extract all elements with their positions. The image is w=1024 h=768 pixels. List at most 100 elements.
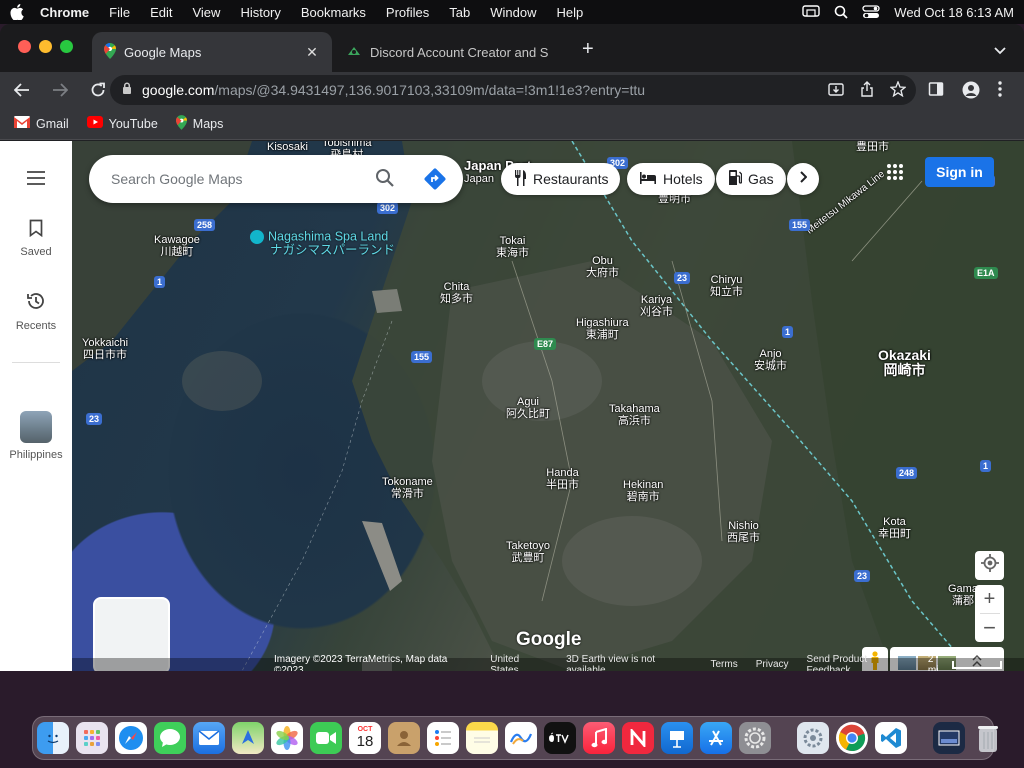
menu-history[interactable]: History (240, 5, 280, 20)
screen-mirroring-icon[interactable] (802, 5, 820, 19)
notes-icon[interactable] (466, 722, 498, 754)
map-label-gama[interactable]: Gama 蒲郡 (948, 583, 978, 607)
tab-google-maps[interactable]: Google Maps ✕ (92, 32, 332, 72)
photos-icon[interactable] (271, 722, 303, 754)
map-label-handa[interactable]: Handa 半田市 (546, 467, 579, 491)
map-label-kota[interactable]: Kota 幸田町 (878, 516, 911, 540)
messages-icon[interactable] (154, 722, 186, 754)
preview-icon[interactable] (933, 722, 965, 754)
map-label-kariya[interactable]: Kariya 刈谷市 (640, 294, 673, 318)
menu-bookmarks[interactable]: Bookmarks (301, 5, 366, 20)
saved-button[interactable]: Saved (0, 219, 72, 258)
chip-hotels[interactable]: Hotels (627, 163, 715, 195)
feedback-link[interactable]: Send Product Feedback (807, 654, 910, 672)
terms-link[interactable]: Terms (711, 659, 738, 670)
map-label-takahama[interactable]: Takahama 高浜市 (609, 403, 660, 427)
map-label-kawagoe[interactable]: Kawagoe 川越町 (154, 234, 200, 258)
safari-icon[interactable] (115, 722, 147, 754)
map-label-taketoyo[interactable]: Taketoyo 武豊町 (506, 540, 550, 564)
zoom-in-button[interactable]: + (984, 585, 996, 613)
share-icon[interactable] (860, 81, 874, 100)
zoom-window-button[interactable] (60, 40, 73, 53)
search-input[interactable] (111, 171, 361, 187)
recents-button[interactable]: Recents (0, 291, 72, 332)
app-store-icon[interactable] (700, 722, 732, 754)
my-location-button[interactable] (975, 551, 1004, 580)
map-label-kisosaki[interactable]: Kisosaki (267, 141, 308, 153)
new-tab-button[interactable]: + (582, 38, 594, 61)
map-label-tokoname[interactable]: Tokoname 常滑市 (382, 476, 433, 500)
map-label-japan[interactable]: Japan (464, 173, 494, 185)
chip-restaurants[interactable]: Restaurants (501, 163, 621, 195)
finder-icon[interactable] (37, 722, 69, 754)
menu-button[interactable] (0, 171, 72, 188)
close-window-button[interactable] (18, 40, 31, 53)
tab-discord[interactable]: Discord Account Creator and S (334, 32, 570, 72)
bookmark-star-icon[interactable] (889, 80, 907, 100)
tv-icon[interactable] (544, 722, 576, 754)
map-label-hekinan[interactable]: Hekinan 碧南市 (623, 479, 663, 503)
bookmark-youtube[interactable]: YouTube (86, 116, 158, 131)
map-label-chita[interactable]: Chita 知多市 (440, 281, 473, 305)
reminders-icon[interactable] (427, 722, 459, 754)
install-app-icon[interactable] (828, 81, 844, 100)
zoom-out-button[interactable]: − (983, 614, 996, 642)
address-bar[interactable]: google.com/maps/@34.9431497,136.9017103,… (110, 75, 916, 105)
site-info-icon[interactable] (122, 82, 132, 98)
launchpad-icon[interactable] (76, 722, 108, 754)
automator-icon[interactable] (797, 722, 829, 754)
vscode-icon[interactable] (875, 722, 907, 754)
country-link[interactable]: United States (490, 654, 548, 672)
map-label-nishio[interactable]: Nishio 西尾市 (727, 520, 760, 544)
search-icon[interactable] (375, 168, 395, 193)
mail-icon[interactable] (193, 722, 225, 754)
scale-control[interactable]: 2 mi (928, 654, 1002, 671)
chrome-icon[interactable] (836, 722, 868, 754)
menu-edit[interactable]: Edit (150, 5, 172, 20)
map-label-yokkaichi[interactable]: Yokkaichi 四日市市 (82, 337, 128, 361)
bookmark-maps[interactable]: Maps (175, 114, 223, 133)
google-apps-icon[interactable] (886, 163, 904, 186)
chip-gas[interactable]: Gas (716, 163, 786, 195)
privacy-link[interactable]: Privacy (756, 659, 789, 670)
forward-button[interactable] (44, 74, 76, 106)
music-icon[interactable] (583, 722, 615, 754)
trash-icon[interactable] (972, 722, 1004, 754)
freeform-icon[interactable] (505, 722, 537, 754)
map-label-okazaki[interactable]: Okazaki 岡崎市 (878, 348, 931, 378)
news-icon[interactable] (622, 722, 654, 754)
menu-help[interactable]: Help (557, 5, 584, 20)
menu-file[interactable]: File (109, 5, 130, 20)
map-label-toyota[interactable]: 豊田市 (856, 141, 889, 153)
recent-place-philippines[interactable]: Philippines (0, 411, 72, 461)
map-label-chiryu[interactable]: Chiryu 知立市 (710, 274, 743, 298)
keynote-icon[interactable] (661, 722, 693, 754)
back-button[interactable] (6, 74, 38, 106)
chrome-menu-icon[interactable] (998, 81, 1002, 104)
map-poi-nagashima[interactable]: Nagashima Spa Land ナガシマスパーランド (250, 230, 395, 256)
calendar-icon[interactable]: OCT 18 (349, 722, 381, 754)
menu-view[interactable]: View (192, 5, 220, 20)
map-label-tokai[interactable]: Tokai 東海市 (496, 235, 529, 259)
profile-avatar-icon[interactable] (962, 81, 980, 104)
facetime-icon[interactable] (310, 722, 342, 754)
bookmark-gmail[interactable]: Gmail (14, 116, 69, 131)
system-settings-icon[interactable] (739, 722, 771, 754)
tab-search-icon[interactable] (994, 42, 1006, 60)
apple-menu-icon[interactable] (10, 4, 26, 20)
maps-icon[interactable] (232, 722, 264, 754)
control-center-icon[interactable] (862, 5, 880, 19)
menu-window[interactable]: Window (490, 5, 536, 20)
chips-scroll-right-button[interactable] (787, 163, 819, 195)
menu-profiles[interactable]: Profiles (386, 5, 429, 20)
map-label-agui[interactable]: Agui 阿久比町 (506, 396, 550, 420)
menu-app-name[interactable]: Chrome (40, 5, 89, 20)
minimize-window-button[interactable] (39, 40, 52, 53)
spotlight-search-icon[interactable] (834, 5, 848, 19)
menubar-clock[interactable]: Wed Oct 18 6:13 AM (894, 5, 1014, 20)
map-label-higashiura[interactable]: Higashiura 東浦町 (576, 317, 629, 341)
map-label-anjo[interactable]: Anjo 安城市 (754, 348, 787, 372)
directions-icon[interactable] (423, 167, 447, 196)
map-label-obu[interactable]: Obu 大府市 (586, 255, 619, 279)
close-tab-icon[interactable]: ✕ (304, 44, 320, 61)
